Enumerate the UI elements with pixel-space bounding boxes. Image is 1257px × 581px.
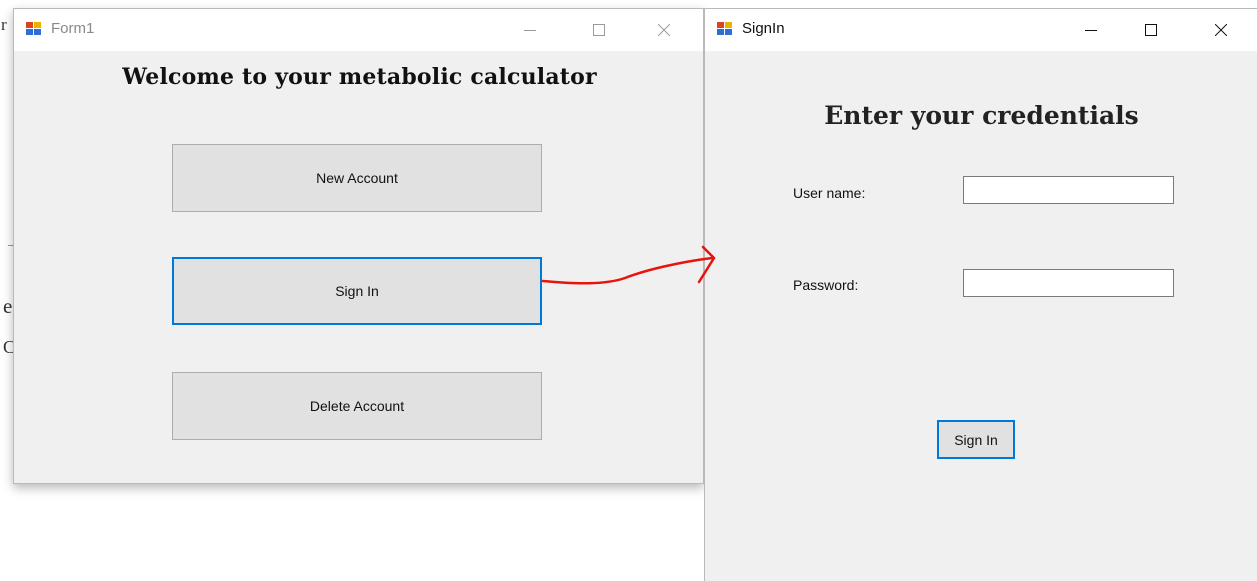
annotation-arrow-icon (541, 245, 716, 285)
